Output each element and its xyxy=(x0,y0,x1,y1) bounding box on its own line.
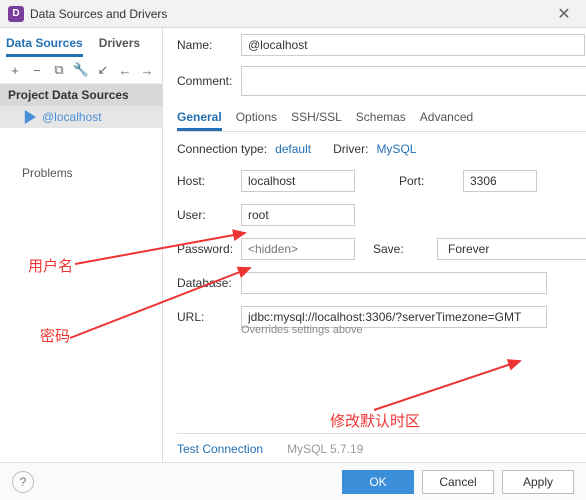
right-footer: Test Connection MySQL 5.7.19 ⟲ xyxy=(177,433,586,458)
add-icon[interactable]: + xyxy=(6,61,24,79)
database-input[interactable] xyxy=(241,272,547,294)
wrench-icon[interactable]: 🔧 xyxy=(72,61,90,79)
window-title: Data Sources and Drivers xyxy=(30,7,550,21)
dialog-footer: ? OK Cancel Apply xyxy=(0,462,586,500)
driver-version: MySQL 5.7.19 xyxy=(287,442,363,456)
apply-button[interactable]: Apply xyxy=(502,470,574,494)
test-connection-link[interactable]: Test Connection xyxy=(177,442,263,456)
driver-label: Driver: xyxy=(333,142,368,156)
undo-icon[interactable]: ↙ xyxy=(94,61,112,79)
left-tabs: Data Sources Drivers xyxy=(0,28,162,57)
app-icon: D xyxy=(8,6,24,22)
tree-item-label: @localhost xyxy=(42,110,102,124)
close-icon[interactable]: ✕ xyxy=(550,0,578,28)
port-label: Port: xyxy=(399,174,463,188)
rtab-advanced[interactable]: Advanced xyxy=(420,106,473,131)
comment-label: Comment: xyxy=(177,74,241,88)
tab-data-sources[interactable]: Data Sources xyxy=(6,32,83,57)
url-label: URL: xyxy=(177,310,241,324)
datasource-icon xyxy=(22,110,36,124)
user-label: User: xyxy=(177,208,241,222)
tree-item-problems[interactable]: Problems xyxy=(0,158,162,188)
tree-item-localhost[interactable]: @localhost xyxy=(0,106,162,128)
remove-icon[interactable]: − xyxy=(28,61,46,79)
user-input[interactable] xyxy=(241,204,355,226)
ok-button[interactable]: OK xyxy=(342,470,414,494)
port-input[interactable] xyxy=(463,170,537,192)
conn-type-label: Connection type: xyxy=(177,142,267,156)
sidebar-tree: Project Data Sources @localhost Problems xyxy=(0,84,162,462)
save-label: Save: xyxy=(373,242,437,256)
tree-group-project: Project Data Sources xyxy=(0,84,162,106)
save-select[interactable]: Forever xyxy=(437,238,586,260)
rtab-sshssl[interactable]: SSH/SSL xyxy=(291,106,342,131)
titlebar: D Data Sources and Drivers ✕ xyxy=(0,0,586,28)
password-input[interactable] xyxy=(241,238,355,260)
right-tabs: General Options SSH/SSL Schemas Advanced xyxy=(177,106,586,132)
tab-drivers[interactable]: Drivers xyxy=(99,32,140,57)
name-label: Name: xyxy=(177,38,241,52)
host-input[interactable] xyxy=(241,170,355,192)
driver-link[interactable]: MySQL xyxy=(376,142,416,156)
rtab-options[interactable]: Options xyxy=(236,106,277,131)
comment-input[interactable]: ⤢ xyxy=(241,66,586,96)
sidebar: Data Sources Drivers + − ⧉ 🔧 ↙ ← → Proje… xyxy=(0,28,163,462)
conn-type-link[interactable]: default xyxy=(275,142,311,156)
back-icon[interactable]: ← xyxy=(116,61,134,79)
sidebar-toolbar: + − ⧉ 🔧 ↙ ← → xyxy=(0,57,162,84)
help-icon[interactable]: ? xyxy=(12,471,34,493)
rtab-schemas[interactable]: Schemas xyxy=(356,106,406,131)
rtab-general[interactable]: General xyxy=(177,106,222,131)
forward-icon[interactable]: → xyxy=(138,61,156,79)
database-label: Database: xyxy=(177,276,241,290)
copy-icon[interactable]: ⧉ xyxy=(50,61,68,79)
password-label: Password: xyxy=(177,242,241,256)
right-pane: Name: Comment: ⤢ General Options SSH/SSL… xyxy=(163,28,586,462)
url-hint: Overrides settings above xyxy=(241,324,586,336)
host-label: Host: xyxy=(177,174,241,188)
name-input[interactable] xyxy=(241,34,585,56)
connection-type-row: Connection type: default Driver: MySQL xyxy=(177,142,586,156)
cancel-button[interactable]: Cancel xyxy=(422,470,494,494)
